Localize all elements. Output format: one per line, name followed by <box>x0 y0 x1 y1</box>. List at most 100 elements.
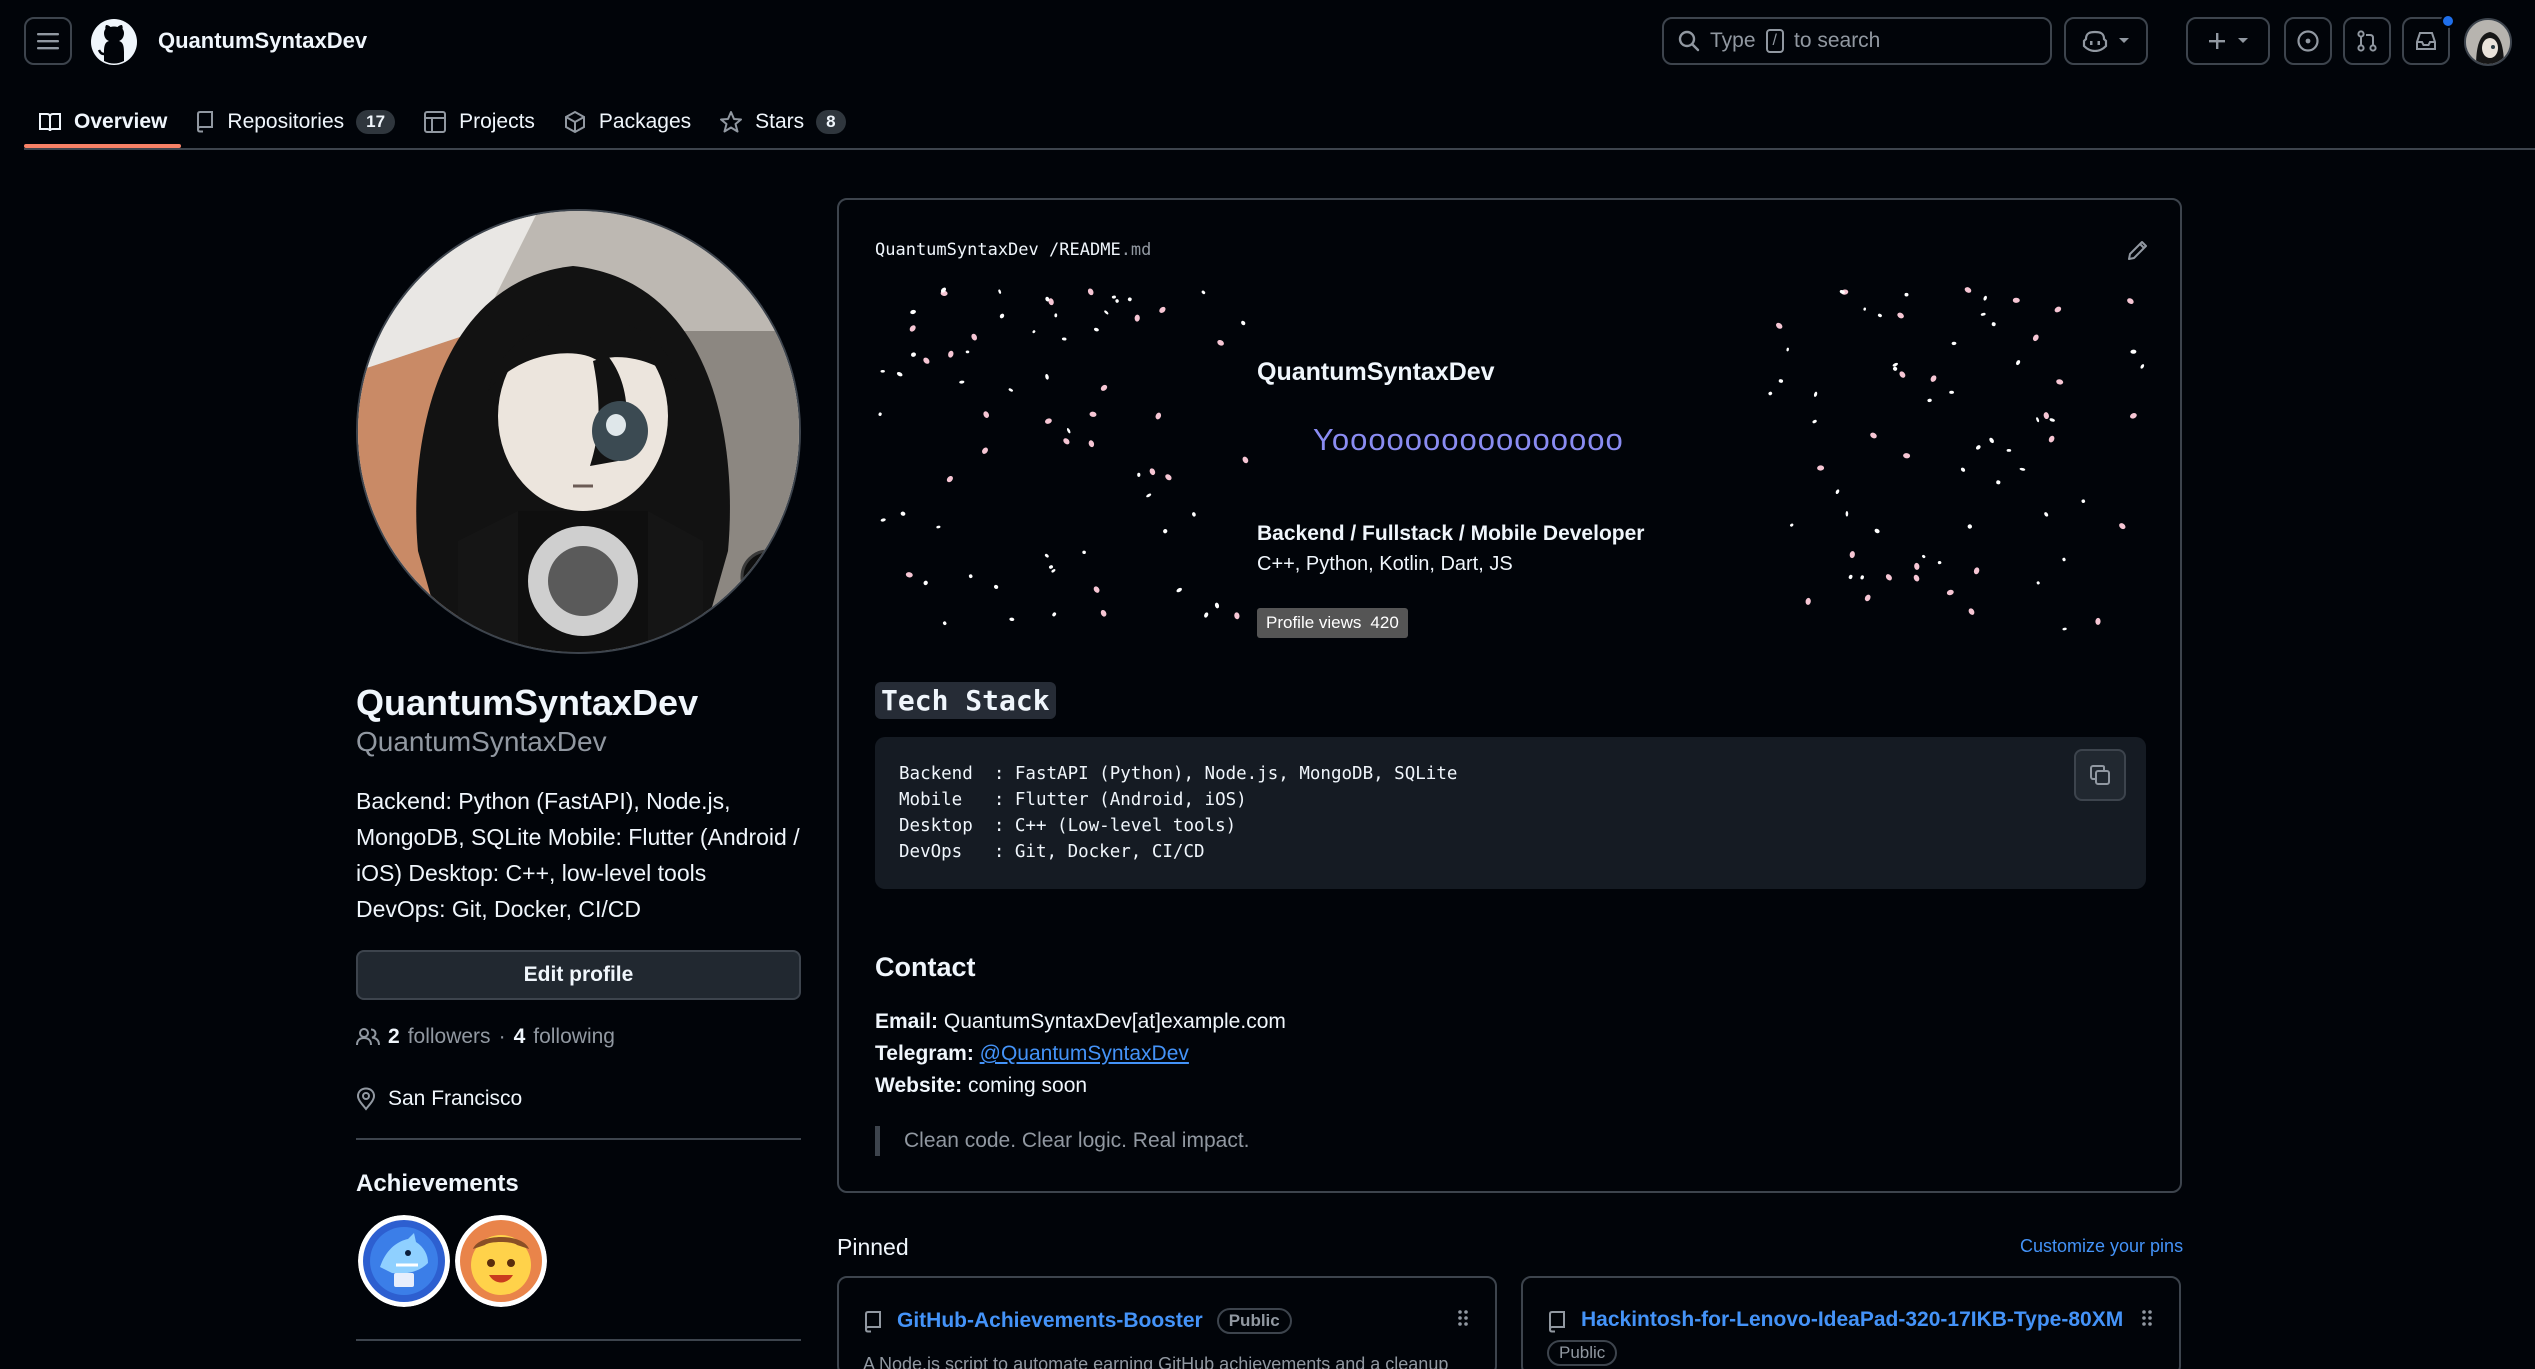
petal <box>1104 310 1109 315</box>
petal <box>1949 390 1954 394</box>
github-logo-icon[interactable] <box>90 18 138 66</box>
following-count[interactable]: 4 <box>514 1025 526 1049</box>
repo-icon <box>864 1311 881 1333</box>
followers-count[interactable]: 2 <box>388 1025 400 1049</box>
falling-petals-left <box>878 287 1249 626</box>
header-owner-name[interactable]: QuantumSyntaxDev <box>158 28 367 54</box>
petal <box>1089 411 1097 417</box>
copy-icon <box>2090 765 2110 785</box>
tech-line-mobile: Mobile : Flutter (Android, iOS) <box>899 790 1247 810</box>
readme-path-owner[interactable]: QuantumSyntaxDev <box>875 240 1039 260</box>
following-label[interactable]: following <box>533 1025 615 1049</box>
drag-handle-icon[interactable] <box>2141 1308 2153 1328</box>
book-icon <box>39 113 61 132</box>
achievement-badge-quickdraw[interactable] <box>455 1215 547 1307</box>
profile-avatar[interactable]: ™ <box>356 209 801 654</box>
petal <box>2130 413 2137 419</box>
petal <box>971 333 978 341</box>
petal <box>1088 440 1095 448</box>
petal <box>1937 560 1942 565</box>
inbox-icon <box>2416 32 2436 50</box>
readme-quote: Clean code. Clear logic. Real impact. <box>875 1126 1250 1156</box>
petal <box>1134 314 1140 322</box>
petal <box>1848 574 1853 580</box>
petal <box>905 572 913 578</box>
achievements-title[interactable]: Achievements <box>356 1170 519 1198</box>
petal <box>1968 608 1975 615</box>
petal <box>1817 465 1825 471</box>
repo-icon <box>197 111 214 133</box>
email-value: QuantumSyntaxDev[at]example.com <box>943 1010 1286 1033</box>
pinned-repo-name[interactable]: Hackintosh-for-Lenovo-IdeaPad-320-17IKB-… <box>1581 1308 2123 1332</box>
petal <box>1893 366 1898 371</box>
petal <box>1127 297 1132 302</box>
petal <box>900 511 906 516</box>
profile-bio: Backend: Python (FastAPI), Node.js, Mong… <box>356 788 800 922</box>
tech-line-backend: Backend : FastAPI (Python), Node.js, Mon… <box>899 764 1458 784</box>
petal <box>1093 586 1100 593</box>
pinned-repo-name[interactable]: GitHub-Achievements-Booster <box>897 1309 1203 1333</box>
star-icon <box>720 111 743 133</box>
petal <box>2032 334 2039 342</box>
achievement-badge-shark[interactable] <box>358 1215 450 1307</box>
petal <box>2016 360 2021 366</box>
tab-packages[interactable]: Packages <box>549 96 705 148</box>
tab-stars[interactable]: Stars 8 <box>705 96 859 148</box>
petal <box>910 309 916 315</box>
petal <box>1776 322 1783 329</box>
followers-label[interactable]: followers <box>408 1025 491 1049</box>
petal <box>1913 574 1920 582</box>
pinned-repo-card[interactable]: Hackintosh-for-Lenovo-IdeaPad-320-17IKB-… <box>1521 1276 2181 1369</box>
create-new-button[interactable] <box>2186 17 2270 65</box>
issue-icon <box>2297 30 2319 52</box>
edit-readme-button[interactable] <box>2126 238 2150 262</box>
issues-button[interactable] <box>2284 17 2332 65</box>
petal <box>2081 499 2086 504</box>
visibility-badge: Public <box>1216 1308 1292 1334</box>
tab-repositories[interactable]: Repositories 17 <box>181 96 409 148</box>
petal <box>2036 581 2040 585</box>
petal <box>1115 299 1119 303</box>
readme-languages: C++, Python, Kotlin, Dart, JS <box>1257 553 1513 575</box>
copilot-button[interactable] <box>2064 17 2148 65</box>
petal <box>1155 412 1162 420</box>
petal <box>911 352 916 357</box>
petal <box>1863 307 1867 311</box>
drag-handle-icon[interactable] <box>1457 1308 1469 1328</box>
petal <box>1063 438 1070 445</box>
petal <box>1914 562 1920 570</box>
location-label: San Francisco <box>388 1087 523 1110</box>
copy-code-button[interactable] <box>2074 749 2126 801</box>
petal <box>1813 391 1818 397</box>
tab-overview[interactable]: Overview <box>24 96 182 148</box>
pinned-repo-card[interactable]: GitHub-Achievements-Booster Public A Nod… <box>837 1276 1497 1369</box>
pull-requests-button[interactable] <box>2343 17 2391 65</box>
petal <box>1877 313 1882 318</box>
petal <box>2048 435 2055 443</box>
petal <box>1052 612 1057 617</box>
customize-pins-link[interactable]: Customize your pins <box>2020 1236 2183 1257</box>
petal <box>1960 467 1966 472</box>
petal <box>1927 398 1932 403</box>
copilot-icon <box>2082 30 2108 52</box>
petal <box>1922 554 1926 559</box>
petal <box>1149 468 1156 476</box>
tab-repositories-label: Repositories <box>227 110 345 133</box>
search-input[interactable]: Type / to search <box>1662 17 2052 65</box>
user-avatar[interactable] <box>2464 18 2512 66</box>
petal <box>2012 297 2020 303</box>
tab-projects[interactable]: Projects <box>409 96 549 148</box>
chevron-down-icon <box>2238 38 2248 43</box>
petal <box>1973 567 1980 575</box>
menu-button[interactable] <box>24 17 72 65</box>
petal <box>1778 379 1784 383</box>
petal <box>2119 523 2126 530</box>
petal <box>2127 298 2134 304</box>
contact-website: Website: coming soon <box>875 1074 1087 1098</box>
petal <box>999 313 1005 319</box>
telegram-link[interactable]: @QuantumSyntaxDev <box>980 1042 1189 1065</box>
global-header: QuantumSyntaxDev Type / to search <box>0 0 2535 90</box>
readme-path-file[interactable]: README <box>1059 240 1120 260</box>
profile-login: QuantumSyntaxDev <box>356 726 607 757</box>
edit-profile-button[interactable]: Edit profile <box>356 950 801 1000</box>
